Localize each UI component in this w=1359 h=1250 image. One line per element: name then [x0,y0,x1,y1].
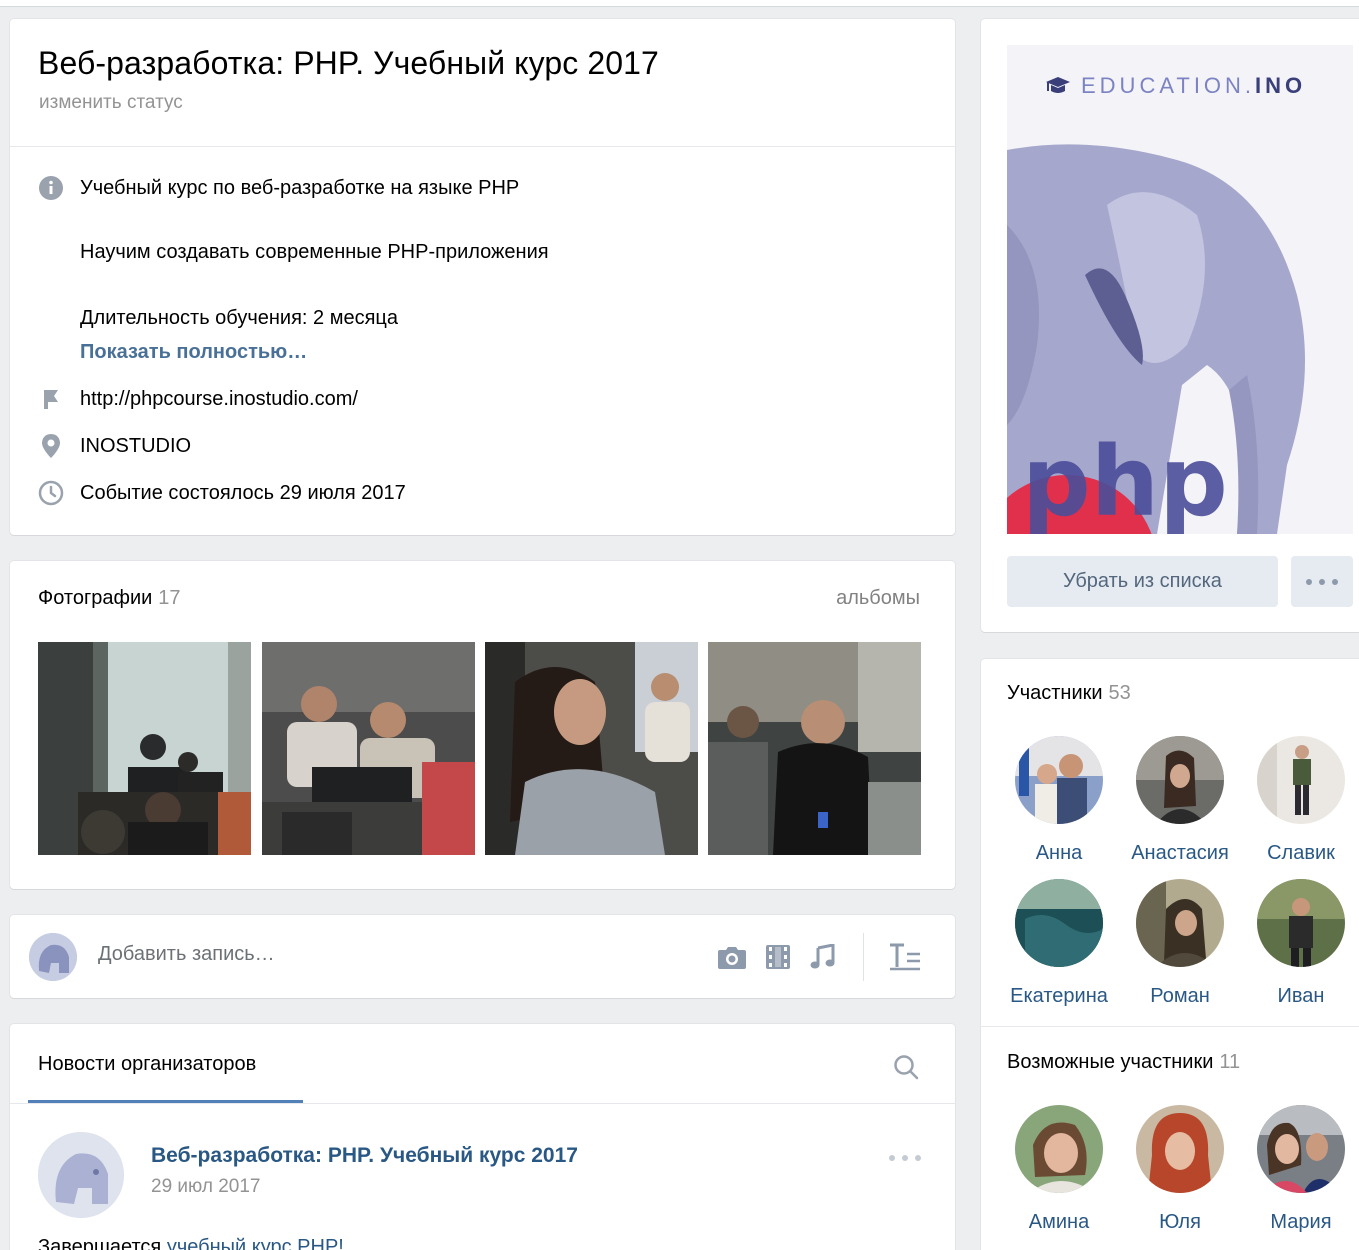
change-status-link[interactable]: изменить статус [39,92,183,114]
location-row: INOSTUDIO [38,433,191,459]
location-pin-icon [38,433,64,459]
description-line-2: Научим создавать современные PHP-приложе… [80,241,549,263]
text-format-icon[interactable] [889,941,921,973]
member-name: Мария [1270,1211,1332,1233]
members-card: Участники 53 Анна Анастасия Славик Екатер… [981,659,1359,1250]
post-text: Завершается учебный курс PHP! [38,1236,344,1250]
member-name: Амина [1028,1211,1090,1233]
avatar [1136,879,1224,967]
location-link[interactable]: INOSTUDIO [80,435,191,458]
avatar [1257,879,1345,967]
member-name: Юля [1159,1211,1201,1233]
php-cover-text: php [1022,426,1228,534]
photo-thumbnail[interactable] [708,642,921,855]
post-more-icon[interactable] [888,1149,922,1167]
member-item[interactable]: Иван [1241,879,1359,1008]
possible-member-item[interactable]: Юля [1120,1105,1240,1234]
possible-members-title: Возможные участники [1007,1051,1214,1073]
avatar [1136,736,1224,824]
clock-icon [38,480,64,506]
remove-from-list-button[interactable]: Убрать из списка [1007,556,1278,607]
photos-title: Фотографии [38,587,153,609]
page-title: Веб-разработка: PHP. Учебный курс 2017 [38,45,659,81]
avatar[interactable] [38,1132,124,1218]
music-icon[interactable] [806,941,838,973]
possible-member-item[interactable]: Амина [999,1105,1119,1234]
members-title: Участники [1007,682,1103,704]
member-name: Анна [1035,842,1083,864]
video-icon[interactable] [762,941,794,973]
more-actions-button[interactable] [1291,556,1353,607]
link-icon [38,386,64,412]
post-date[interactable]: 29 июл 2017 [151,1176,261,1198]
avatar[interactable] [29,933,77,981]
avatar [1136,1105,1224,1193]
news-card: Новости организаторов Веб-разработка: PH… [10,1024,955,1250]
photo-thumbnail[interactable] [38,642,251,855]
members-header[interactable]: Участники 53 [1007,682,1131,705]
website-link[interactable]: http://phpcourse.inostudio.com/ [80,388,358,411]
post-text-link[interactable]: учебный курс PHP! [167,1236,344,1250]
photos-card: Фотографии 17 альбомы [10,561,955,889]
description-line-1: Учебный курс по веб-разработке на языке … [80,176,520,199]
member-item[interactable]: Анна [999,736,1119,865]
member-name: Иван [1277,985,1325,1007]
photo-thumbnail[interactable] [485,642,698,855]
more-dots-icon [1306,578,1338,585]
photos-header[interactable]: Фотографии 17 [38,587,181,610]
member-name: Роман [1150,985,1210,1007]
avatar [1257,1105,1345,1193]
group-header-card: Веб-разработка: PHP. Учебный курс 2017 и… [10,19,955,535]
post-text-start: Завершается [38,1236,167,1250]
toolbar-divider [863,933,864,981]
post-author-link[interactable]: Веб-разработка: PHP. Учебный курс 2017 [151,1144,578,1168]
cover-card: EDUCATION. INO php Убрать из списка [981,19,1359,632]
member-item[interactable]: Славик [1241,736,1359,865]
search-icon[interactable] [893,1054,919,1085]
new-post-box: Добавить запись… [10,915,955,998]
avatar [1257,736,1345,824]
member-name: Анастасия [1131,842,1229,864]
event-date-row: Событие состоялось 29 июля 2017 [38,480,406,506]
tab-organizer-news[interactable]: Новости организаторов [38,1053,256,1076]
avatar [1015,1105,1103,1193]
divider [10,1103,955,1104]
description-line-3: Длительность обучения: 2 месяца [80,307,398,329]
possible-members-count: 11 [1219,1051,1241,1073]
elephant-illustration: php [1007,144,1305,534]
divider [10,146,955,147]
avatar [1015,879,1103,967]
possible-member-item[interactable]: Мария [1241,1105,1359,1234]
member-item[interactable]: Екатерина [999,879,1119,1008]
divider [981,1026,1359,1027]
member-item[interactable]: Роман [1120,879,1240,1008]
member-name: Славик [1267,842,1335,864]
camera-icon[interactable] [716,941,748,973]
info-icon [38,175,64,201]
photo-thumbnail[interactable] [262,642,475,855]
group-cover-image[interactable]: EDUCATION. INO php [1007,45,1353,534]
avatar [1015,736,1103,824]
top-bar [0,0,1359,7]
albums-link[interactable]: альбомы [836,587,920,610]
event-date-text: Событие состоялось 29 июля 2017 [80,481,406,504]
website-row: http://phpcourse.inostudio.com/ [38,386,358,412]
member-item[interactable]: Анастасия [1120,736,1240,865]
show-more-link[interactable]: Показать полностью… [80,341,307,364]
members-count: 53 [1108,682,1131,704]
description-row: Учебный курс по веб-разработке на языке … [38,175,519,201]
possible-members-header[interactable]: Возможные участники 11 [1007,1051,1240,1074]
add-post-input[interactable]: Добавить запись… [98,943,275,966]
photos-count: 17 [158,587,181,609]
member-name: Екатерина [1010,985,1108,1007]
